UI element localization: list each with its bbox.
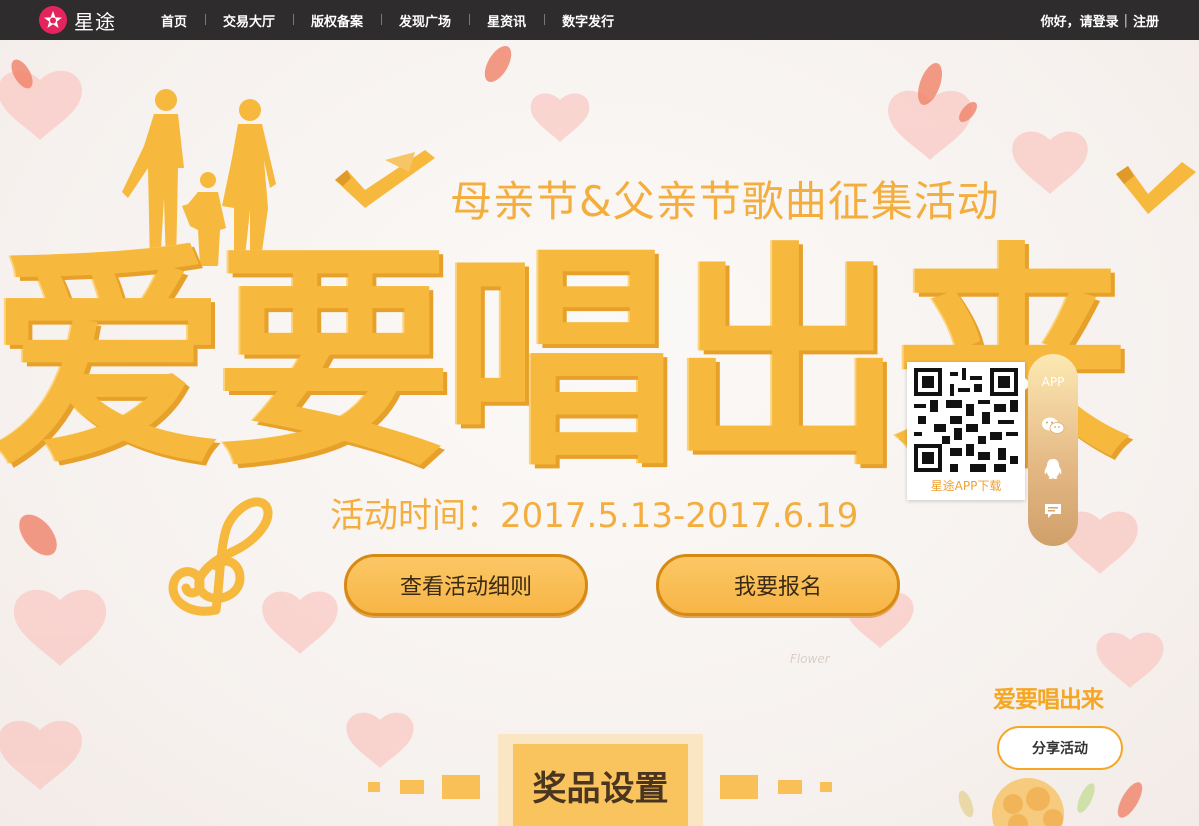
sidebar-qq-button[interactable]	[1028, 449, 1078, 489]
sidebar-chat-button[interactable]	[1028, 491, 1078, 531]
signup-button[interactable]: 我要报名	[656, 554, 900, 616]
nav-item-discover[interactable]: 发现广场	[381, 11, 469, 30]
prize-heading-box: 奖品设置	[498, 734, 703, 826]
star-logo-icon	[39, 6, 67, 34]
event-time: 活动时间：2017.5.13-2017.6.19	[330, 496, 859, 536]
hero-banner: 母亲节&父亲节歌曲征集活动 爱要唱出来 活动时间：2017.5.13-2017.…	[0, 40, 1199, 826]
flower-watermark: Flower	[790, 652, 830, 666]
prize-divider-dot	[720, 775, 758, 799]
app-qr-popup: 星途APP下载	[907, 362, 1031, 500]
nav-item-news[interactable]: 星资讯	[469, 11, 544, 30]
nav-menu: 首页 交易大厅 版权备案 发现广场 星资讯 数字发行	[143, 0, 632, 40]
flower-decoration	[958, 778, 1095, 826]
nav-item-trading-hall[interactable]: 交易大厅	[205, 11, 293, 30]
prize-divider-dot	[820, 782, 832, 792]
treble-clef-icon	[168, 497, 273, 616]
brand-logo[interactable]: 星途	[38, 5, 116, 35]
origami-heart-left-icon	[335, 150, 435, 208]
qr-caption: 星途APP下载	[930, 479, 1002, 493]
prize-divider-dot	[368, 782, 380, 792]
prize-heading: 奖品设置	[513, 744, 688, 826]
prize-divider-dot	[442, 775, 480, 799]
view-rules-button[interactable]: 查看活动细则	[344, 554, 588, 616]
floating-sidebar: APP	[1028, 354, 1078, 546]
qr-code-icon	[914, 368, 1018, 472]
nav-item-home[interactable]: 首页	[143, 11, 205, 30]
qq-icon	[1044, 459, 1062, 479]
sidebar-app-button[interactable]: APP	[1028, 362, 1078, 402]
nav-item-digital-release[interactable]: 数字发行	[544, 11, 632, 30]
brand-name: 星途	[74, 9, 116, 34]
prize-divider-dot	[400, 780, 424, 794]
sidebar-wechat-button[interactable]	[1028, 406, 1078, 446]
origami-heart-right-icon	[1116, 162, 1196, 214]
login-link[interactable]: 你好，请登录	[1041, 11, 1119, 30]
wechat-icon	[1042, 417, 1065, 434]
nav-item-copyright[interactable]: 版权备案	[293, 11, 381, 30]
register-link[interactable]: 注册	[1133, 11, 1159, 30]
top-nav: 星途 首页 交易大厅 版权备案 发现广场 星资讯 数字发行 你好，请登录 | 注…	[0, 0, 1199, 40]
share-event-logo: 爱要唱出来	[993, 687, 1104, 713]
event-subtitle: 母亲节&父亲节歌曲征集活动	[450, 177, 1000, 226]
chat-icon	[1045, 504, 1061, 518]
prize-divider-dot	[778, 780, 802, 794]
auth-separator: |	[1123, 12, 1128, 28]
auth-links: 你好，请登录 | 注册	[1041, 0, 1159, 40]
